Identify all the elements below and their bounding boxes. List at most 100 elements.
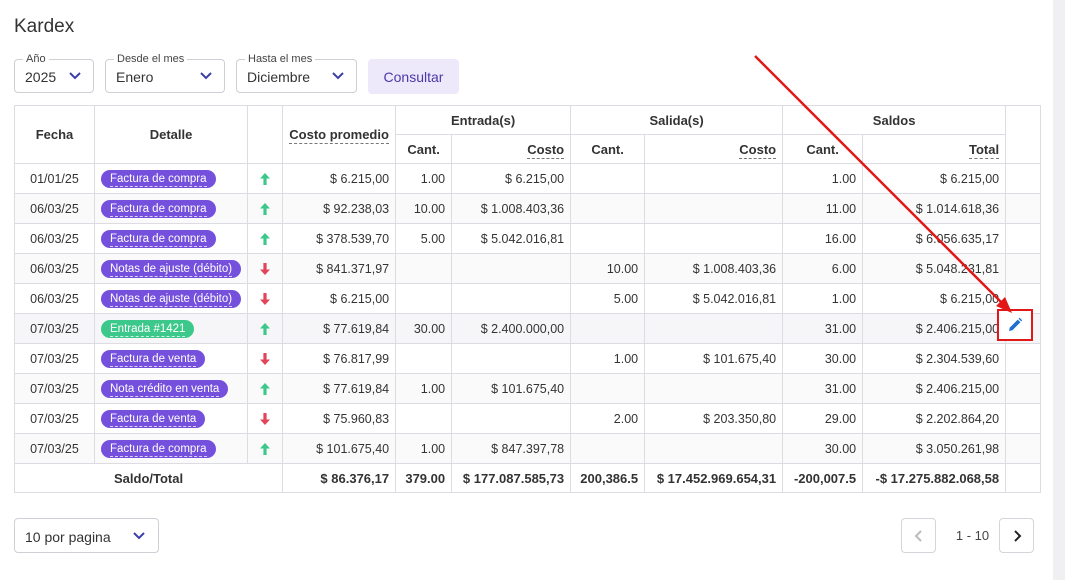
cell-costo-promedio: $ 77.619,84 [282, 313, 397, 344]
cell-saldo-cant: 1.00 [782, 163, 864, 194]
cell-entrada-costo: $ 101.675,40 [451, 373, 572, 404]
cell-direction [247, 313, 284, 344]
footer-salida-costo: $ 17.452.969.654,31 [644, 463, 784, 493]
cell-salida-cant [570, 163, 646, 194]
detail-badge[interactable]: Factura de venta [101, 409, 206, 428]
detail-badge[interactable]: Notas de ajuste (débito) [101, 259, 242, 278]
cell-detalle: Notas de ajuste (débito) [93, 283, 249, 314]
cell-entrada-costo: $ 847.397,78 [451, 433, 572, 464]
cell-salida-cant: 2.00 [570, 403, 646, 434]
to-month-label: Hasta el mes [245, 52, 316, 66]
detail-badge[interactable]: Entrada #1421 [101, 319, 195, 338]
per-page-select[interactable]: 10 por pagina [14, 518, 159, 553]
cell-salida-cant [570, 313, 646, 344]
chevron-down-icon [69, 72, 81, 80]
cell-detalle: Factura de venta [93, 343, 249, 374]
cell-direction [247, 193, 284, 224]
cell-entrada-cant: 1.00 [395, 163, 453, 194]
detail-badge[interactable]: Nota crédito en venta [101, 379, 229, 398]
footer-costo-promedio: $ 86.376,17 [282, 463, 397, 493]
header-salida-costo[interactable]: Costo [644, 134, 784, 164]
cell-detalle: Factura de compra [93, 433, 249, 464]
cell-saldo-total: $ 6.056.635,17 [862, 223, 1007, 254]
cell-entrada-costo [451, 283, 572, 314]
detail-badge-label: Nota crédito en venta [110, 382, 220, 397]
cell-costo-promedio: $ 6.215,00 [282, 163, 397, 194]
cell-salida-costo [644, 433, 784, 464]
cell-salida-costo [644, 193, 784, 224]
cell-salida-costo [644, 223, 784, 254]
table-row: 07/03/25 Nota crédito en venta $ 77.619,84… [14, 373, 1042, 404]
cell-detalle: Factura de compra [93, 223, 249, 254]
cell-actions [1005, 373, 1042, 404]
cell-saldo-total: $ 2.202.864,20 [862, 403, 1007, 434]
detail-badge[interactable]: Factura de compra [101, 229, 216, 248]
cell-entrada-cant: 30.00 [395, 313, 453, 344]
table-row: 06/03/25 Factura de compra $ 92.238,03 10.0… [14, 193, 1042, 224]
cell-fecha: 06/03/25 [14, 193, 95, 224]
prev-page-button[interactable] [901, 518, 936, 553]
cell-direction [247, 163, 284, 194]
cell-entrada-cant [395, 403, 453, 434]
table-row: 01/01/25 Factura de compra $ 6.215,00 1.00 $… [14, 163, 1042, 194]
cell-salida-costo: $ 203.350,80 [644, 403, 784, 434]
header-costo-promedio[interactable]: Costo promedio [282, 105, 397, 164]
table-row: 07/03/25 Factura de venta $ 76.817,99 1.00 $… [14, 343, 1042, 374]
header-entrada-costo[interactable]: Costo [451, 134, 572, 164]
costo-promedio-label: Costo promedio [289, 127, 389, 144]
chevron-right-icon [1013, 529, 1021, 542]
detail-badge-label: Factura de compra [110, 232, 207, 247]
footer-saldo-total: -$ 17.275.882.068,58 [862, 463, 1007, 493]
footer-saldo-cant: -200,007.5 [782, 463, 864, 493]
entrada-costo-label: Costo [527, 141, 565, 159]
cell-actions [1005, 163, 1042, 194]
table-row: 07/03/25 Entrada #1421 $ 77.619,84 30.00 $ 2… [14, 313, 1042, 344]
cell-direction [247, 223, 284, 254]
cell-saldo-total: $ 2.304.539,60 [862, 343, 1007, 374]
cell-saldo-total: $ 2.406.215,00 [862, 373, 1007, 404]
cell-salida-costo: $ 5.042.016,81 [644, 283, 784, 314]
cell-direction [247, 373, 284, 404]
table-row: 07/03/25 Factura de venta $ 75.960,83 2.00 $… [14, 403, 1042, 434]
consultar-button[interactable]: Consultar [368, 59, 459, 94]
cell-entrada-cant [395, 283, 453, 314]
edit-row-button[interactable] [997, 309, 1033, 341]
saldo-total-label: Total [969, 141, 1000, 159]
kardex-table: Fecha Detalle Costo promedio Entrada(s) … [13, 105, 1042, 493]
header-fecha: Fecha [14, 105, 95, 164]
cell-fecha: 06/03/25 [14, 253, 95, 284]
detail-badge-label: Factura de venta [110, 412, 197, 427]
cell-salida-cant [570, 193, 646, 224]
header-salida-cant: Cant. [570, 134, 646, 164]
detail-badge[interactable]: Factura de compra [101, 199, 216, 218]
from-month-label: Desde el mes [114, 52, 188, 66]
to-month-select[interactable]: Hasta el mes Diciembre [236, 52, 357, 93]
arrow-up-icon [260, 202, 271, 215]
from-month-select[interactable]: Desde el mes Enero [105, 52, 225, 93]
detail-badge[interactable]: Factura de compra [101, 169, 216, 188]
cell-detalle: Factura de compra [93, 163, 249, 194]
cell-saldo-total: $ 5.048.231,81 [862, 253, 1007, 284]
cell-saldo-cant: 6.00 [782, 253, 864, 284]
scrollbar-track[interactable] [1053, 0, 1065, 580]
next-page-button[interactable] [999, 518, 1034, 553]
detail-badge-label: Factura de compra [110, 172, 207, 187]
cell-fecha: 06/03/25 [14, 283, 95, 314]
cell-fecha: 07/03/25 [14, 433, 95, 464]
cell-costo-promedio: $ 841.371,97 [282, 253, 397, 284]
footer-entrada-costo: $ 177.087.585,73 [451, 463, 572, 493]
header-entradas: Entrada(s) [395, 105, 572, 135]
cell-direction [247, 403, 284, 434]
year-select[interactable]: Año 2025 [14, 52, 94, 93]
header-saldo-total[interactable]: Total [862, 134, 1007, 164]
detail-badge-label: Notas de ajuste (débito) [110, 292, 233, 307]
cell-entrada-cant: 10.00 [395, 193, 453, 224]
detail-badge[interactable]: Factura de compra [101, 439, 216, 458]
from-month-value: Enero [116, 69, 154, 85]
cell-actions [1005, 193, 1042, 224]
footer-label: Saldo/Total [13, 463, 284, 493]
detail-badge[interactable]: Factura de venta [101, 349, 206, 368]
detail-badge[interactable]: Notas de ajuste (débito) [101, 289, 242, 308]
cell-detalle: Factura de compra [93, 193, 249, 224]
cell-saldo-cant: 31.00 [782, 373, 864, 404]
